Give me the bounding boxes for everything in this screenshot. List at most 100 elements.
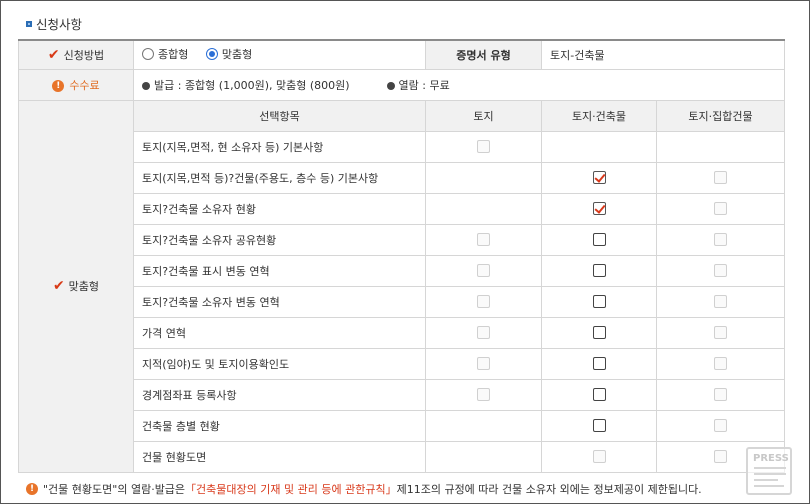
checkbox-land [477, 233, 490, 247]
checkbox-land [477, 295, 490, 309]
method-label-cell: ✔ 신청방법 [18, 39, 134, 70]
check-icon: ✔ [47, 46, 60, 63]
item-label: 건물 현황도면 [133, 440, 426, 473]
radio-custom-circle[interactable] [205, 48, 218, 61]
fee-issue-text: 발급 : 종합형 (1,000원), 맞춤형 (800원) [154, 78, 350, 92]
press-watermark: PRESS [746, 447, 792, 495]
footer-text-3: 제11조의 규정에 따라 건물 소유자 외에는 정보제공이 제한됩니다. [396, 483, 702, 496]
item-row: 토지(지목,면적 등)?건물(주용도, 층수 등) 기본사항 [19, 161, 786, 194]
cell-land [425, 161, 542, 194]
fee-label-cell: ! 수수료 [18, 68, 134, 101]
item-row: 토지?건축물 소유자 현황 [19, 192, 786, 225]
method-options-cell: 종합형 맞춤형 [133, 39, 426, 70]
checkbox-land-collective [714, 357, 727, 371]
cell-land-building [541, 254, 657, 287]
checkbox-land-building[interactable] [592, 233, 606, 247]
check-icon: ✔ [52, 278, 65, 294]
item-row: 토지?건축물 소유자 변동 연혁 [19, 285, 786, 318]
custom-header-row: ✔ 맞춤형 선택항목 토지 토지·건축물 토지·집합건물 [18, 99, 786, 473]
cell-land-building [541, 130, 657, 163]
cell-land [425, 440, 542, 473]
section-title: 신청사항 [26, 14, 82, 33]
cell-land [425, 223, 542, 256]
checkbox-land-collective [714, 233, 727, 247]
footer-note: ! "건물 현황도면"의 열람·발급은 「건축물대장의 기재 및 관리 등에 관… [26, 481, 702, 497]
fee-view-text: 열람 : 무료 [398, 78, 450, 92]
custom-label: 맞춤형 [68, 280, 100, 293]
item-label: 토지(지목,면적 등)?건물(주용도, 층수 등) 기본사항 [133, 161, 426, 194]
cell-land [425, 378, 542, 411]
checkbox-land-collective [714, 171, 727, 185]
cell-land-collective [655, 223, 786, 256]
fee-row: ! 수수료 발급 : 종합형 (1,000원), 맞춤형 (800원) 열람 : … [18, 68, 786, 101]
bullet-dot-icon [142, 81, 150, 90]
cell-land [425, 130, 542, 163]
header-land-building: 토지·건축물 [541, 99, 657, 132]
item-row: 가격 연혁 [19, 316, 786, 349]
cell-land-collective [655, 316, 786, 349]
checkbox-land-building[interactable] [592, 202, 606, 216]
cell-land-building [541, 409, 657, 442]
cell-land-building [541, 378, 657, 411]
radio-custom[interactable]: 맞춤형 [205, 46, 253, 62]
radio-comprehensive-circle[interactable] [142, 48, 154, 61]
item-row: 토지?건축물 소유자 공유현황 [19, 223, 786, 256]
checkbox-land-building[interactable] [592, 419, 606, 433]
checkbox-land-building[interactable] [592, 326, 606, 340]
item-label: 가격 연혁 [133, 316, 426, 349]
header-item: 선택항목 [133, 99, 426, 132]
checkbox-land-building [592, 450, 606, 464]
custom-label-cell: ✔ 맞춤형 [18, 99, 134, 473]
cell-land-building [541, 347, 657, 380]
cell-land-building [541, 161, 657, 194]
item-label: 지적(임야)도 및 토지이용확인도 [133, 347, 426, 380]
checkbox-land-building[interactable] [592, 171, 606, 185]
checkbox-land [477, 326, 490, 340]
item-row: 건물 현황도면 [19, 440, 786, 473]
item-row: 토지?건축물 표시 변동 연혁 [19, 254, 786, 287]
item-label: 토지(지목,면적, 현 소유자 등) 기본사항 [133, 130, 426, 163]
checkbox-land-building[interactable] [592, 295, 606, 309]
section-title-text: 신청사항 [36, 17, 83, 32]
checkbox-land-collective [714, 419, 727, 433]
item-row: 건축물 층별 현황 [19, 409, 786, 442]
method-row: ✔ 신청방법 종합형 맞춤형 증명서 유형 토지-건축물 [18, 39, 786, 70]
header-land: 토지 [425, 99, 542, 132]
checkbox-land-collective [714, 450, 727, 464]
bullet-dot-icon [386, 81, 395, 90]
fee-label: 수수료 [69, 78, 100, 92]
radio-comprehensive-label: 종합형 [158, 48, 189, 62]
cell-land [425, 285, 542, 318]
cell-land [425, 347, 542, 380]
radio-comprehensive[interactable]: 종합형 [142, 46, 188, 62]
cell-land-building [541, 440, 657, 473]
fee-text-cell: 발급 : 종합형 (1,000원), 맞춤형 (800원) 열람 : 무료 [132, 68, 786, 101]
radio-custom-label: 맞춤형 [221, 48, 253, 62]
cell-land-building [541, 223, 657, 256]
cert-type-value: 토지-건축물 [540, 39, 786, 70]
cell-land [425, 192, 542, 225]
checkbox-land-building[interactable] [592, 357, 606, 371]
checkbox-land-collective [714, 202, 727, 216]
checkbox-land [477, 140, 490, 154]
checkbox-land-building[interactable] [592, 264, 606, 278]
info-icon: ! [52, 79, 65, 92]
item-label: 토지?건축물 소유자 현황 [133, 192, 426, 225]
cell-land-collective [655, 285, 786, 318]
header-land-collective: 토지·집합건물 [655, 99, 786, 132]
cell-land-collective [655, 409, 786, 442]
checkbox-land-collective [714, 388, 727, 402]
checkbox-land-collective [714, 295, 727, 309]
checkbox-land-building[interactable] [592, 388, 606, 402]
cell-land [425, 409, 542, 442]
info-icon: ! [26, 483, 38, 495]
cell-land-collective [655, 192, 786, 225]
item-row: 지적(임야)도 및 토지이용확인도 [19, 347, 786, 380]
item-label: 토지?건축물 표시 변동 연혁 [133, 254, 426, 287]
item-row: 경계점좌표 등록사항 [19, 378, 786, 411]
checkbox-land [477, 357, 490, 371]
cell-land-building [541, 285, 657, 318]
bullet-icon [26, 20, 32, 27]
cell-land-collective [655, 378, 786, 411]
item-label: 경계점좌표 등록사항 [133, 378, 426, 411]
